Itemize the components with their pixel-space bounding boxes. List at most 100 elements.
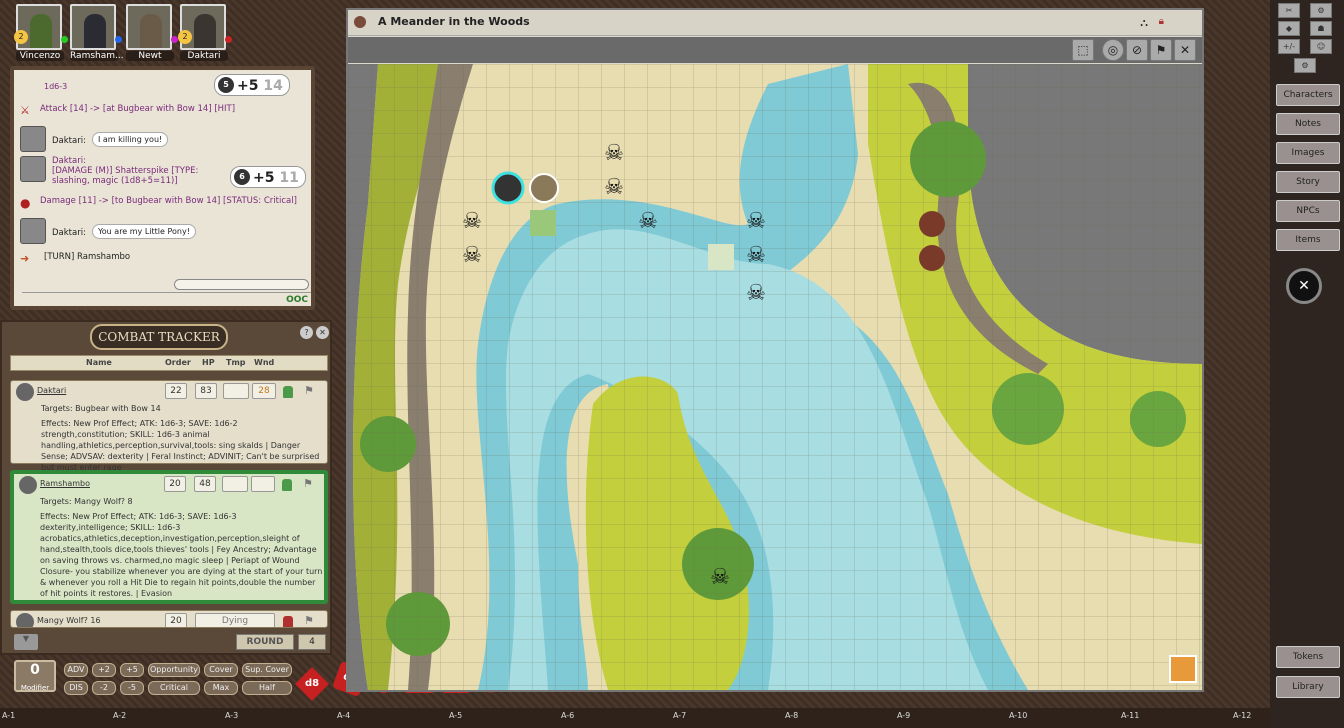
- chat-input[interactable]: OOC: [22, 292, 311, 306]
- close-icon[interactable]: ✕: [1174, 39, 1196, 61]
- coord-label: A-7: [673, 711, 687, 720]
- skull-token[interactable]: ☠: [604, 175, 624, 200]
- col-name: Name: [86, 358, 112, 367]
- lock-icon[interactable]: 🔒︎: [1159, 16, 1164, 27]
- coord-label: A-1: [2, 711, 16, 720]
- wnd-field[interactable]: 28: [252, 383, 276, 399]
- hero-token[interactable]: [529, 173, 559, 203]
- party-icon[interactable]: ☗: [1310, 21, 1332, 36]
- chat-entry: ⚔ Attack [14] -> [at Bugbear with Bow 14…: [20, 104, 235, 117]
- opportunity-button[interactable]: Opportunity: [148, 663, 200, 677]
- items-button[interactable]: Items: [1276, 229, 1340, 251]
- target-icon[interactable]: ⚑: [304, 614, 318, 627]
- adv-button[interactable]: ADV: [64, 663, 88, 677]
- party-portrait-newt[interactable]: Newt: [126, 4, 178, 62]
- dice-result: 5 +5 14: [214, 74, 290, 96]
- skull-token[interactable]: ☠: [746, 281, 766, 306]
- party-portrait-vincenzo[interactable]: 2 Vincenzo: [14, 4, 68, 62]
- npcs-button[interactable]: NPCs: [1276, 200, 1340, 222]
- critical-button[interactable]: Critical: [148, 681, 200, 695]
- tracker-entry[interactable]: Mangy Wolf? 16 20 Dying ⚑: [10, 610, 328, 628]
- hp-field[interactable]: 48: [194, 476, 216, 492]
- target-icon[interactable]: ◎: [1102, 39, 1124, 61]
- hero-token[interactable]: [491, 171, 525, 205]
- minus2-button[interactable]: -2: [92, 681, 116, 695]
- battle-map[interactable]: ☠ ☠ ☠ ☠ ☠ ☠ ☠ ☠ ☠: [348, 64, 1202, 690]
- tools-icon[interactable]: ✂: [1278, 3, 1300, 18]
- character-icon[interactable]: ☺: [1310, 39, 1332, 54]
- close-button[interactable]: ✕: [316, 326, 329, 339]
- notes-button[interactable]: Notes: [1276, 113, 1340, 135]
- chat-mode-select[interactable]: [174, 279, 309, 290]
- tracker-entry[interactable]: Daktari 22 83 28 ⚑ Targets: Bugbear with…: [10, 380, 328, 472]
- status-dot: [171, 36, 178, 43]
- target-icon[interactable]: ⚑: [303, 477, 317, 491]
- status-icon: [283, 616, 293, 627]
- party-portrait-daktari[interactable]: 2 Daktari: [178, 4, 232, 62]
- skull-token[interactable]: ☠: [746, 209, 766, 234]
- round-value[interactable]: 4: [298, 634, 326, 650]
- map-window[interactable]: A Meander in the Woods ⛬ 🔒︎ ⬚ ◎ ⊘ ⚑ ✕ ☠ …: [346, 8, 1204, 692]
- story-button[interactable]: Story: [1276, 171, 1340, 193]
- hero-token[interactable]: [530, 210, 556, 236]
- compass-icon[interactable]: ✕: [1286, 268, 1322, 304]
- order-field[interactable]: 20: [165, 613, 187, 627]
- round-button[interactable]: ROUND: [236, 634, 294, 650]
- plus5-button[interactable]: +5: [120, 663, 144, 677]
- minus5-button[interactable]: -5: [120, 681, 144, 695]
- die-icon: 5: [218, 77, 234, 93]
- skull-token[interactable]: ☠: [462, 243, 482, 268]
- turn-icon: ➜: [20, 252, 30, 265]
- coord-label: A-10: [1009, 711, 1028, 720]
- half-button[interactable]: Half: [242, 681, 292, 695]
- share-icon[interactable]: ⛬: [1140, 16, 1148, 30]
- modifier-icon[interactable]: +/-: [1278, 39, 1300, 54]
- entry-name[interactable]: Ramshambo: [40, 479, 90, 488]
- skull-token[interactable]: ☠: [710, 565, 730, 590]
- map-titlebar[interactable]: A Meander in the Woods ⛬ 🔒︎: [348, 10, 1202, 36]
- grid-select-icon[interactable]: ⬚: [1072, 39, 1094, 61]
- library-button[interactable]: Library: [1276, 676, 1340, 698]
- order-field[interactable]: 22: [165, 383, 187, 399]
- no-target-icon[interactable]: ⊘: [1126, 39, 1148, 61]
- map-toolbar: ⬚ ◎ ⊘ ⚑ ✕: [348, 37, 1202, 63]
- col-order: Order: [165, 358, 191, 367]
- target-icon[interactable]: ⚑: [304, 384, 318, 398]
- characters-button[interactable]: Characters: [1276, 84, 1340, 106]
- skull-token[interactable]: ☠: [604, 141, 624, 166]
- map-sync-icon[interactable]: [1169, 655, 1197, 683]
- sup-cover-button[interactable]: Sup. Cover: [242, 663, 292, 677]
- plus2-button[interactable]: +2: [92, 663, 116, 677]
- hero-token[interactable]: [708, 244, 734, 270]
- order-field[interactable]: 20: [164, 476, 186, 492]
- images-button[interactable]: Images: [1276, 142, 1340, 164]
- help-button[interactable]: ?: [300, 326, 313, 339]
- tmp-field[interactable]: [223, 383, 249, 399]
- sword-icon: ⚔: [20, 104, 30, 117]
- hp-field[interactable]: 83: [195, 383, 217, 399]
- chat-window[interactable]: 1d6-3 5 +5 14 ⚔ Attack [14] -> [at Bugbe…: [10, 66, 315, 310]
- flag-icon[interactable]: ⚑: [1150, 39, 1172, 61]
- gear-icon[interactable]: ⚙: [1294, 58, 1316, 73]
- tmp-field[interactable]: [222, 476, 248, 492]
- tracker-entry-active[interactable]: Ramshambo 20 48 ⚑ Targets: Mangy Wolf? 8…: [10, 470, 328, 604]
- options-icon[interactable]: ⚙: [1310, 3, 1332, 18]
- bag-icon[interactable]: ◆: [1278, 21, 1300, 36]
- skull-token[interactable]: ☠: [746, 243, 766, 268]
- cover-button[interactable]: Cover: [204, 663, 238, 677]
- wnd-field[interactable]: [251, 476, 275, 492]
- tokens-button[interactable]: Tokens: [1276, 646, 1340, 668]
- roll-raw: 14: [263, 78, 283, 94]
- dis-button[interactable]: DIS: [64, 681, 88, 695]
- modifier-box[interactable]: 0 Modifier: [14, 660, 56, 692]
- enemy-token[interactable]: [919, 245, 945, 271]
- entry-name[interactable]: Daktari: [37, 386, 66, 395]
- map-canvas[interactable]: ☠ ☠ ☠ ☠ ☠ ☠ ☠ ☠ ☠: [348, 64, 1202, 690]
- enemy-token[interactable]: [919, 211, 945, 237]
- entry-name[interactable]: Mangy Wolf? 16: [37, 616, 101, 625]
- max-button[interactable]: Max: [204, 681, 238, 695]
- skull-token[interactable]: ☠: [462, 209, 482, 234]
- chevron-down-icon[interactable]: ▼: [14, 634, 38, 650]
- party-portrait-ramshambo[interactable]: Ramsham...: [70, 4, 124, 62]
- skull-token[interactable]: ☠: [638, 209, 658, 234]
